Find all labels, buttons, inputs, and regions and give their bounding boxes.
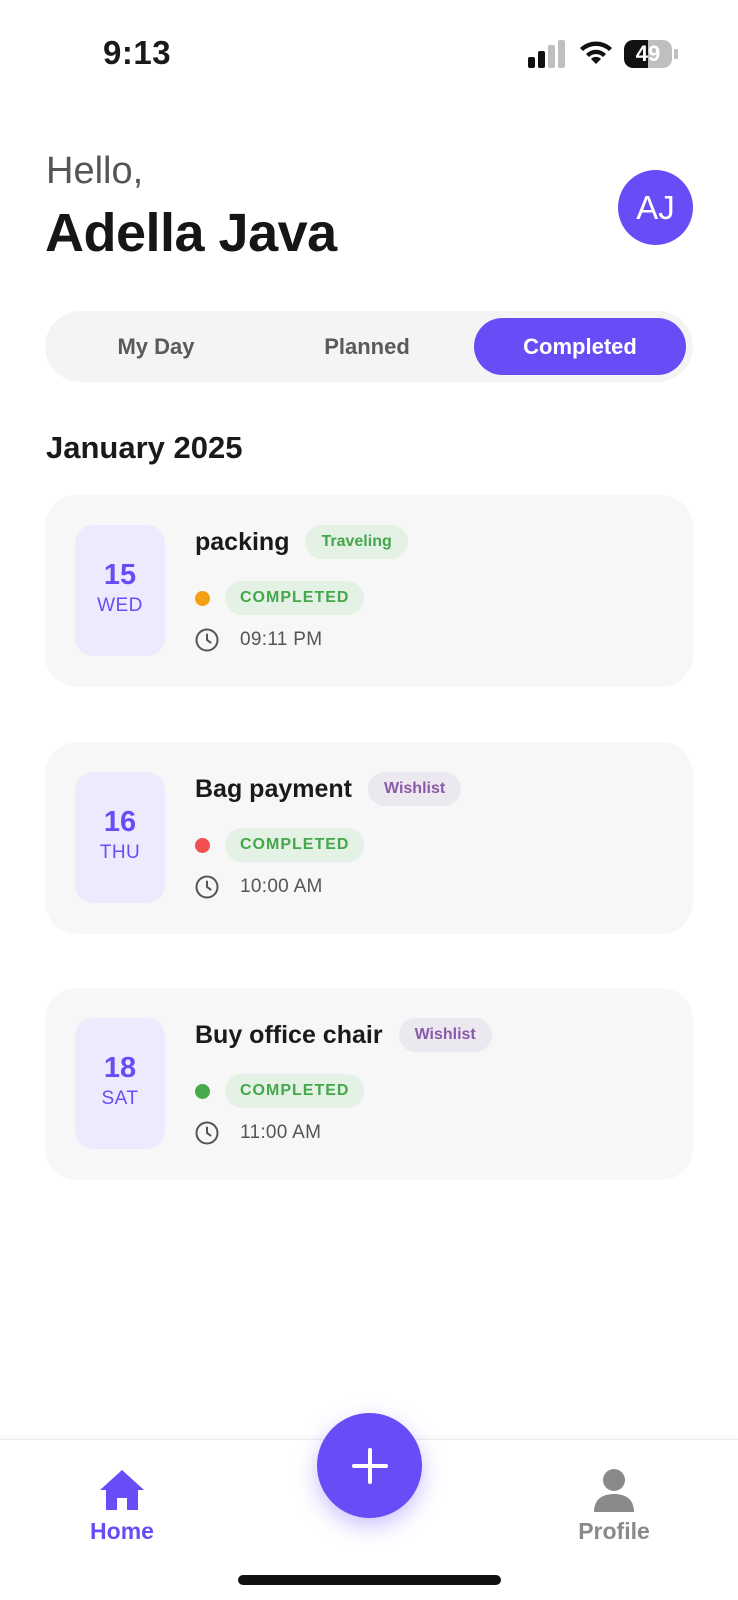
date-box: 15 WED	[75, 525, 165, 656]
nav-profile[interactable]: Profile	[554, 1468, 674, 1545]
battery-icon: 49	[624, 40, 678, 68]
battery-percentage: 49	[635, 41, 661, 66]
status-badge: COMPLETED	[225, 1074, 365, 1108]
date-weekday: SAT	[101, 1088, 139, 1109]
category-tag: Traveling	[305, 525, 408, 559]
date-day: 18	[103, 1052, 137, 1084]
date-box: 18 SAT	[75, 1018, 165, 1149]
task-time: 09:11 PM	[240, 629, 323, 650]
tab-planned[interactable]: Planned	[261, 318, 473, 375]
clock-icon	[195, 1121, 219, 1145]
nav-home-label: Home	[90, 1518, 154, 1544]
tab-bar: My Day Planned Completed	[45, 311, 693, 382]
date-day: 15	[103, 559, 137, 591]
priority-dot	[195, 837, 210, 853]
task-time: 11:00 AM	[240, 1122, 322, 1143]
date-weekday: WED	[97, 595, 143, 616]
task-time: 10:00 AM	[240, 876, 323, 897]
status-badge: COMPLETED	[225, 828, 365, 862]
status-badge: COMPLETED	[225, 581, 365, 615]
task-card[interactable]: 16 THU Bag payment Wishlist COMPLETED 10…	[45, 742, 693, 934]
category-tag: Wishlist	[367, 772, 462, 806]
nav-profile-label: Profile	[578, 1518, 650, 1544]
priority-dot	[195, 590, 210, 606]
priority-dot	[195, 1083, 210, 1099]
task-card[interactable]: 15 WED packing Traveling COMPLETED 09:11…	[45, 495, 693, 687]
home-indicator	[238, 1575, 501, 1585]
status-time: 9:13	[103, 34, 172, 71]
month-heading: January 2025	[46, 430, 243, 465]
add-task-button[interactable]	[317, 1413, 422, 1518]
user-name: Adella Java	[45, 203, 337, 263]
date-weekday: THU	[99, 842, 141, 863]
category-tag: Wishlist	[398, 1018, 492, 1052]
status-bar: 9:13 49	[0, 0, 738, 110]
tab-my-day[interactable]: My Day	[50, 318, 262, 375]
avatar[interactable]: AJ	[618, 170, 693, 245]
tab-completed[interactable]: Completed	[474, 318, 686, 375]
person-icon	[594, 1469, 634, 1512]
nav-home[interactable]: Home	[62, 1468, 182, 1545]
task-title: Bag payment	[195, 774, 352, 803]
clock-icon	[195, 875, 219, 899]
cellular-signal-icon	[528, 40, 565, 68]
home-icon	[100, 1470, 144, 1510]
date-box: 16 THU	[75, 772, 165, 903]
task-title: packing	[195, 527, 290, 556]
task-title: Buy office chair	[195, 1020, 383, 1049]
plus-icon	[351, 1447, 388, 1484]
task-card[interactable]: 18 SAT Buy office chair Wishlist COMPLET…	[45, 988, 693, 1180]
date-day: 16	[103, 806, 137, 838]
clock-icon	[195, 628, 219, 652]
greeting-text: Hello,	[46, 150, 144, 192]
wifi-icon	[580, 41, 612, 64]
